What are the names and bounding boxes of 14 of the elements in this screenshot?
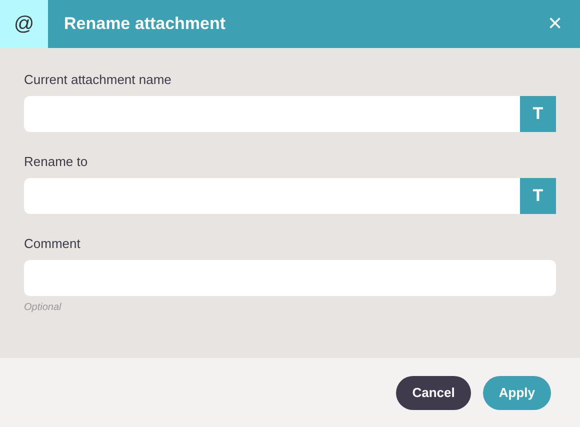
apply-button[interactable]: Apply: [482, 376, 551, 410]
cancel-button[interactable]: Cancel: [396, 376, 471, 410]
field-label: Rename to: [24, 154, 89, 169]
input-field[interactable]: [24, 178, 520, 214]
dialog-title: Rename attachment: [63, 14, 227, 34]
text-button[interactable]: T: [520, 178, 556, 214]
text-button[interactable]: T: [520, 96, 556, 132]
field-label: Comment: [24, 236, 82, 251]
close-button[interactable]: ×: [530, 0, 580, 48]
field-label: Current attachment name: [24, 72, 172, 87]
input-field[interactable]: [24, 96, 520, 132]
field-hint: Optional: [24, 302, 62, 313]
input-field[interactable]: [24, 260, 556, 296]
app-icon: @: [0, 0, 48, 48]
